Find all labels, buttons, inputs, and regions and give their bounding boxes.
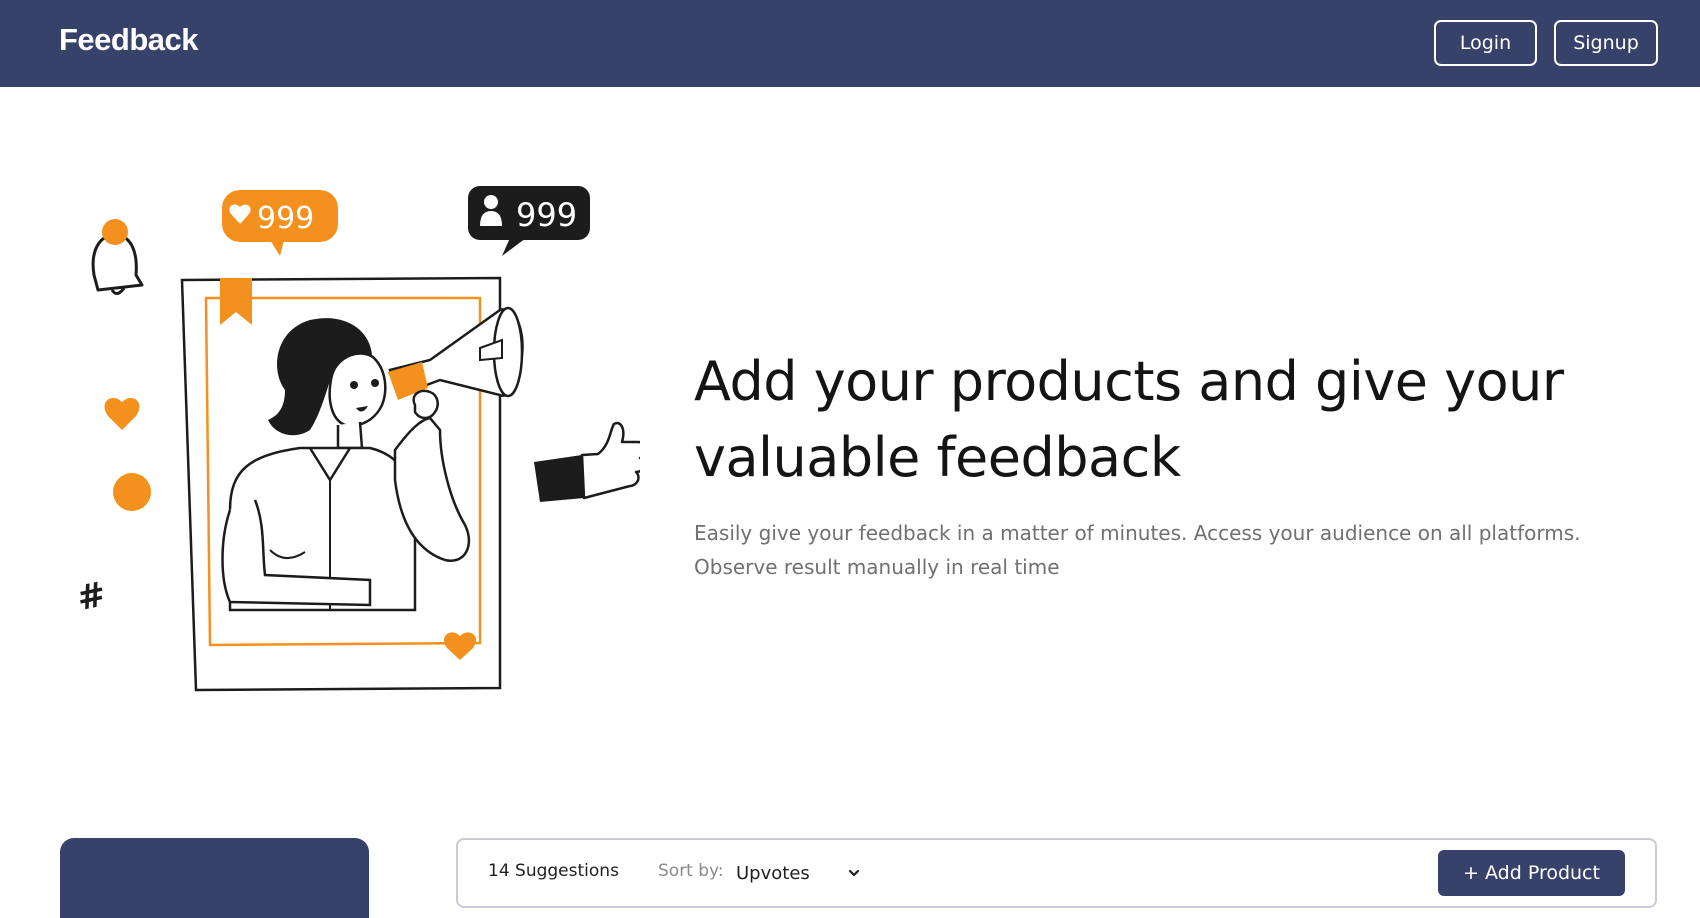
chevron-down-icon: [848, 869, 860, 877]
thumbs-up-icon: [534, 421, 640, 502]
sort-dropdown[interactable]: Upvotes: [736, 859, 866, 887]
suggestions-count: 14 Suggestions: [488, 861, 619, 881]
likes-count: 999: [257, 201, 314, 236]
sort-value: Upvotes: [736, 862, 810, 884]
hashtag-icon: #: [73, 574, 109, 619]
likes-badge: 999: [222, 190, 338, 256]
signup-button[interactable]: Signup: [1554, 20, 1658, 66]
bell-icon: [91, 219, 144, 295]
hero-subtitle: Easily give your feedback in a matter of…: [694, 521, 1581, 579]
login-button[interactable]: Login: [1434, 20, 1537, 66]
sort-label: Sort by:: [658, 861, 724, 881]
add-product-button[interactable]: + Add Product: [1438, 850, 1625, 896]
followers-count: 999: [516, 196, 577, 234]
sidebar-card: [60, 838, 369, 918]
brand-logo[interactable]: Feedback: [59, 22, 199, 58]
heart-icon: [104, 397, 140, 430]
hero-title: Add your products and give your valuable…: [694, 350, 1564, 489]
followers-badge: 999: [468, 186, 590, 256]
suggestions-toolbar: 14 Suggestions Sort by: Upvotes + Add Pr…: [456, 838, 1657, 908]
top-navbar: Feedback Login Signup: [0, 0, 1700, 87]
hero-illustration: 999 999 #: [73, 186, 640, 692]
